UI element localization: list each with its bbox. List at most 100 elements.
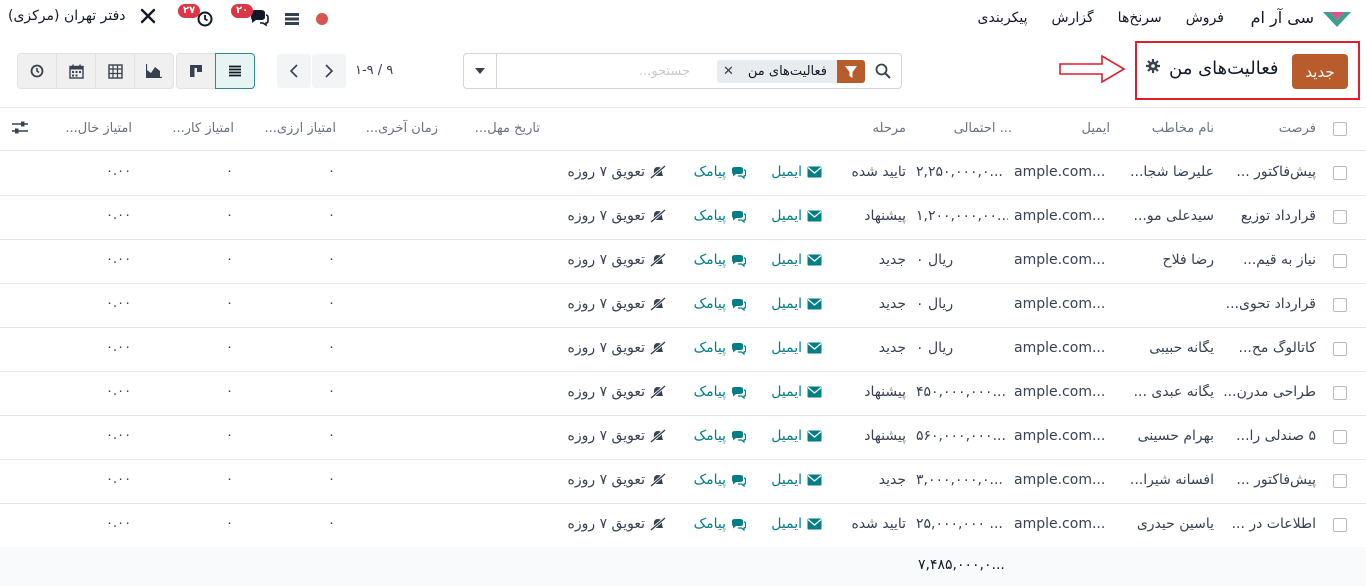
row-checkbox[interactable] bbox=[1333, 430, 1347, 444]
table-row[interactable]: پیش‌فاکتور ... افسانه شیرا... ample.com...… bbox=[0, 460, 1366, 504]
crm-logo[interactable] bbox=[1322, 9, 1352, 29]
snooze-action-button[interactable]: تعویق ۷ روزه bbox=[567, 384, 666, 400]
company-switcher[interactable]: دفتر تهران (مرکزی) bbox=[8, 8, 156, 24]
graph-view-icon[interactable] bbox=[134, 53, 174, 89]
snooze-action-button[interactable]: تعویق ۷ روزه bbox=[567, 296, 666, 312]
opportunity-cell: قرارداد توزیع bbox=[1240, 208, 1316, 224]
col-expected-revenue[interactable]: ... احتمالی bbox=[954, 121, 1012, 136]
facet-label: فعالیت‌های من bbox=[747, 64, 827, 79]
table-row[interactable]: نیاز به قیم... رضا فلاح ample.com... ریال ۰… bbox=[0, 240, 1366, 284]
app-title[interactable]: سی آر ام bbox=[1251, 8, 1314, 27]
snooze-action-button[interactable]: تعویق ۷ روزه bbox=[567, 252, 666, 268]
select-all-checkbox[interactable] bbox=[1333, 122, 1347, 136]
server-icon[interactable] bbox=[284, 12, 300, 26]
net-score-cell: ۰.۰۰ bbox=[106, 516, 132, 531]
new-button[interactable]: جدید bbox=[1292, 54, 1348, 89]
company-name[interactable]: دفتر تهران (مرکزی) bbox=[8, 8, 126, 24]
email-action-button[interactable]: ایمیل bbox=[771, 252, 822, 268]
table-row[interactable]: قرارداد تحوی... ample.com... ریال ۰ جدید ایم… bbox=[0, 284, 1366, 328]
pager-value[interactable]: ۱-۹ / ۹ bbox=[355, 63, 393, 78]
pivot-view-icon[interactable] bbox=[95, 53, 135, 89]
email-action-button[interactable]: ایمیل bbox=[771, 164, 822, 180]
expected-revenue-cell: ریال ۰ bbox=[916, 296, 954, 312]
email-action-button[interactable]: ایمیل bbox=[771, 208, 822, 224]
search-icon[interactable] bbox=[875, 63, 891, 79]
col-opportunity[interactable]: فرصت bbox=[1279, 121, 1316, 136]
menu-leads[interactable]: سرنخ‌ها bbox=[1118, 10, 1162, 26]
col-deadline[interactable]: تاریخ مهل... bbox=[475, 121, 540, 136]
table-row[interactable]: اطلاعات در ... یاسین حیدری ample.com... ۲۵,… bbox=[0, 504, 1366, 548]
table-row[interactable]: طراحی مدرن... یگانه عبدی ... ample.com... ۴… bbox=[0, 372, 1366, 416]
sms-action-button[interactable]: پیامک bbox=[694, 516, 746, 532]
status-dot[interactable] bbox=[316, 13, 328, 25]
col-last-time[interactable]: زمان آخری... bbox=[366, 121, 438, 136]
net-score-cell: ۰.۰۰ bbox=[106, 340, 132, 355]
facet-remove-button[interactable]: ✕ bbox=[717, 60, 742, 83]
list-view-icon[interactable] bbox=[215, 53, 255, 89]
opportunity-cell: کاتالوگ مح... bbox=[1238, 340, 1316, 356]
email-action-button[interactable]: ایمیل bbox=[771, 296, 822, 312]
sms-action-button[interactable]: پیامک bbox=[694, 208, 746, 224]
chat-badge: ۲۰ bbox=[231, 4, 254, 18]
envelope-icon bbox=[807, 430, 822, 442]
sms-action-button[interactable]: پیامک bbox=[694, 384, 746, 400]
value-score-cell: ۰ bbox=[328, 516, 335, 531]
email-action-button[interactable]: ایمیل bbox=[771, 384, 822, 400]
sms-action-button[interactable]: پیامک bbox=[694, 340, 746, 356]
menu-reporting[interactable]: گزارش bbox=[1052, 10, 1094, 26]
row-checkbox[interactable] bbox=[1333, 254, 1347, 268]
table-row[interactable]: ۵ صندلی را... بهرام حسینی ample.com... ۵۶۰,… bbox=[0, 416, 1366, 460]
snooze-action-button[interactable]: تعویق ۷ روزه bbox=[567, 516, 666, 532]
menu-configuration[interactable]: پیکربندی bbox=[978, 10, 1028, 26]
sms-action-button[interactable]: پیامک bbox=[694, 296, 746, 312]
row-checkbox[interactable] bbox=[1333, 166, 1347, 180]
opportunity-cell: پیش‌فاکتور ... bbox=[1236, 472, 1316, 488]
row-checkbox[interactable] bbox=[1333, 386, 1347, 400]
snooze-action-button[interactable]: تعویق ۷ روزه bbox=[567, 340, 666, 356]
row-checkbox[interactable] bbox=[1333, 210, 1347, 224]
chevron-left-icon[interactable] bbox=[277, 54, 311, 88]
sms-action-button[interactable]: پیامک bbox=[694, 164, 746, 180]
gear-icon[interactable] bbox=[1146, 59, 1160, 73]
table-row[interactable]: قرارداد توزیع سیدعلی مو... ample.com... ۱,۲… bbox=[0, 196, 1366, 240]
tools-icon[interactable] bbox=[140, 8, 156, 24]
row-checkbox[interactable] bbox=[1333, 474, 1347, 488]
email-action-button[interactable]: ایمیل bbox=[771, 428, 822, 444]
opportunity-cell: قرارداد تحوی... bbox=[1225, 296, 1316, 312]
calendar-view-icon[interactable] bbox=[56, 53, 96, 89]
caret-down-icon[interactable] bbox=[464, 54, 497, 88]
row-checkbox[interactable] bbox=[1333, 298, 1347, 312]
activity-view-icon[interactable] bbox=[17, 53, 57, 89]
col-value-score[interactable]: امتیاز ارزی... bbox=[264, 121, 336, 136]
sms-action-button[interactable]: پیامک bbox=[694, 472, 746, 488]
sms-action-button[interactable]: پیامک bbox=[694, 252, 746, 268]
row-checkbox[interactable] bbox=[1333, 518, 1347, 532]
col-work-score[interactable]: امتیاز کار... bbox=[172, 121, 234, 136]
email-action-label: ایمیل bbox=[771, 164, 802, 180]
chat-icon[interactable]: ۲۰ bbox=[231, 4, 269, 27]
work-score-cell: ۰ bbox=[226, 296, 233, 311]
table-row[interactable]: کاتالوگ مح... یگانه حبیبی ample.com... ریال… bbox=[0, 328, 1366, 372]
table-row[interactable]: پیش‌فاکتور ... علیرضا شجا... ample.com... ۲… bbox=[0, 152, 1366, 196]
snooze-action-button[interactable]: تعویق ۷ روزه bbox=[567, 208, 666, 224]
snooze-action-button[interactable]: تعویق ۷ روزه bbox=[567, 164, 666, 180]
work-score-cell: ۰ bbox=[226, 428, 233, 443]
row-checkbox[interactable] bbox=[1333, 342, 1347, 356]
menu-sales[interactable]: فروش bbox=[1186, 10, 1224, 26]
activity-clock-icon[interactable]: ۲۷ bbox=[178, 4, 214, 27]
snooze-action-button[interactable]: تعویق ۷ روزه bbox=[567, 428, 666, 444]
search-input[interactable] bbox=[500, 60, 690, 83]
col-net-score[interactable]: امتیاز خال... bbox=[65, 121, 132, 136]
search-facet: فعالیت‌های من ✕ bbox=[717, 60, 865, 83]
col-email[interactable]: ایمیل bbox=[1081, 121, 1110, 136]
optional-columns-icon[interactable] bbox=[12, 121, 28, 135]
kanban-view-icon[interactable] bbox=[176, 53, 216, 89]
chevron-right-icon[interactable] bbox=[312, 54, 346, 88]
col-contact[interactable]: نام مخاطب bbox=[1152, 121, 1214, 136]
col-stage[interactable]: مرحله bbox=[873, 121, 906, 136]
email-action-button[interactable]: ایمیل bbox=[771, 472, 822, 488]
email-action-button[interactable]: ایمیل bbox=[771, 516, 822, 532]
sms-action-button[interactable]: پیامک bbox=[694, 428, 746, 444]
email-action-button[interactable]: ایمیل bbox=[771, 340, 822, 356]
snooze-action-button[interactable]: تعویق ۷ روزه bbox=[567, 472, 666, 488]
